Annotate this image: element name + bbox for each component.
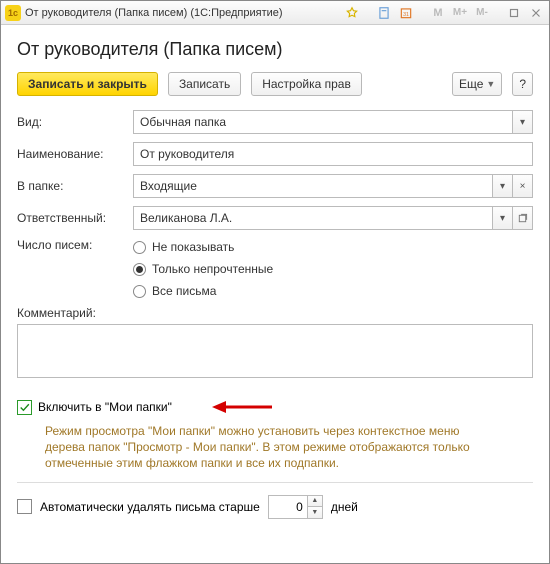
arrow-callout-icon bbox=[210, 399, 274, 415]
autodelete-checkbox[interactable] bbox=[17, 499, 32, 514]
rights-button[interactable]: Настройка прав bbox=[251, 72, 362, 96]
help-button[interactable]: ? bbox=[512, 72, 533, 96]
folder-field[interactable] bbox=[133, 174, 493, 198]
calendar-icon[interactable]: 31 bbox=[397, 4, 415, 22]
include-hint: Режим просмотра "Мои папки" можно устано… bbox=[45, 423, 475, 472]
save-close-button[interactable]: Записать и закрыть bbox=[17, 72, 158, 96]
memory-mplus-icon[interactable]: M+ bbox=[451, 4, 469, 22]
memory-m-icon[interactable]: M bbox=[429, 4, 447, 22]
autodelete-label: Автоматически удалять письма старше bbox=[40, 500, 260, 514]
type-dropdown-icon[interactable]: ▾ bbox=[513, 110, 533, 134]
include-label: Включить в "Мои папки" bbox=[38, 400, 172, 414]
toolbar: Записать и закрыть Записать Настройка пр… bbox=[17, 72, 533, 96]
window-title: От руководителя (Папка писем) (1С:Предпр… bbox=[25, 7, 283, 19]
folder-label: В папке: bbox=[17, 179, 127, 193]
resp-label: Ответственный: bbox=[17, 211, 127, 225]
titlebar: 1с От руководителя (Папка писем) (1С:Пре… bbox=[1, 1, 549, 25]
app-icon: 1с bbox=[5, 5, 21, 21]
type-field[interactable] bbox=[133, 110, 513, 134]
divider bbox=[17, 482, 533, 483]
name-label: Наименование: bbox=[17, 147, 127, 161]
favorite-icon[interactable] bbox=[343, 4, 361, 22]
spinner-down-icon[interactable]: ▼ bbox=[308, 507, 322, 518]
count-label: Число писем: bbox=[17, 238, 127, 252]
page-title: От руководителя (Папка писем) bbox=[17, 39, 533, 60]
radio-unread[interactable]: Только непрочтенные bbox=[133, 262, 273, 276]
window: 1с От руководителя (Папка писем) (1С:Пре… bbox=[0, 0, 550, 564]
save-button[interactable]: Записать bbox=[168, 72, 241, 96]
radio-none[interactable]: Не показывать bbox=[133, 240, 273, 254]
autodelete-days-spinner[interactable]: ▲ ▼ bbox=[268, 495, 323, 519]
folder-dropdown-icon[interactable]: ▾ bbox=[493, 174, 513, 198]
resp-field[interactable] bbox=[133, 206, 493, 230]
type-label: Вид: bbox=[17, 115, 127, 129]
name-field[interactable] bbox=[133, 142, 533, 166]
radio-all[interactable]: Все письма bbox=[133, 284, 273, 298]
resp-dropdown-icon[interactable]: ▾ bbox=[493, 206, 513, 230]
comment-field[interactable] bbox=[17, 324, 533, 378]
comment-label: Комментарий: bbox=[17, 306, 533, 320]
autodelete-days-input[interactable] bbox=[269, 496, 307, 518]
content: От руководителя (Папка писем) Записать и… bbox=[1, 25, 549, 563]
svg-text:31: 31 bbox=[403, 11, 409, 17]
memory-mminus-icon[interactable]: M- bbox=[473, 4, 491, 22]
minimize-icon[interactable] bbox=[505, 4, 523, 22]
calc-icon[interactable] bbox=[375, 4, 393, 22]
include-checkbox[interactable] bbox=[17, 400, 32, 415]
resp-open-icon[interactable] bbox=[513, 206, 533, 230]
folder-clear-icon[interactable]: × bbox=[513, 174, 533, 198]
spinner-up-icon[interactable]: ▲ bbox=[308, 496, 322, 507]
autodelete-unit: дней bbox=[331, 500, 358, 514]
close-icon[interactable] bbox=[527, 4, 545, 22]
more-button[interactable]: Еще▼ bbox=[452, 72, 502, 96]
